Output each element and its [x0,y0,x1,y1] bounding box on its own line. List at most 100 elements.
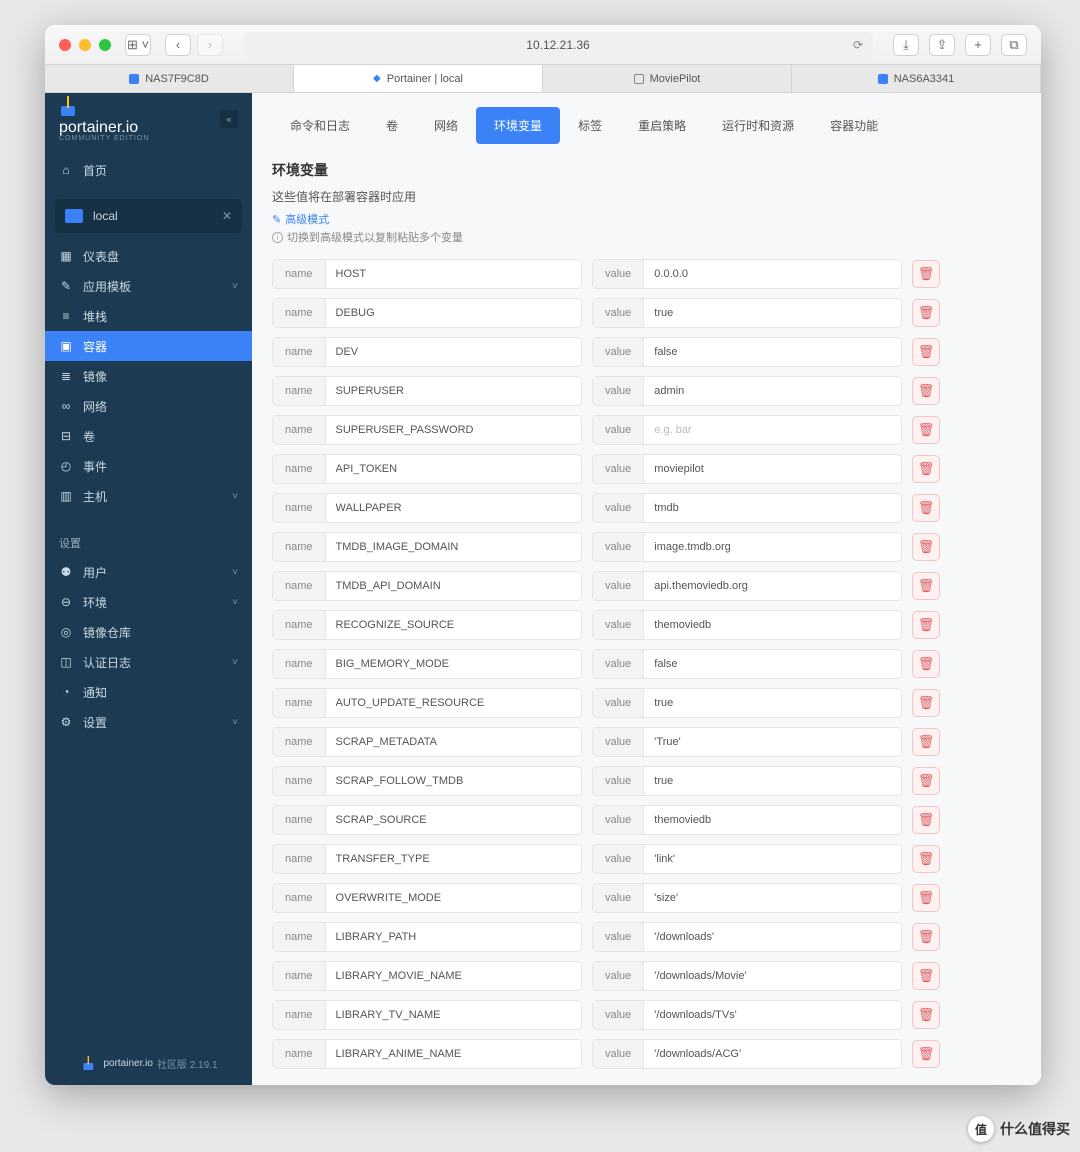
env-name-input[interactable] [326,923,581,951]
content-tab[interactable]: 卷 [368,107,416,144]
env-value-input[interactable] [644,260,901,288]
close-window-button[interactable] [59,39,71,51]
browser-tab[interactable]: MoviePilot [543,65,792,92]
env-name-input[interactable] [326,260,581,288]
env-value-input[interactable] [644,845,901,873]
env-name-input[interactable] [326,884,581,912]
delete-button[interactable]: 🗑 [912,299,940,327]
env-name-input[interactable] [326,338,581,366]
delete-button[interactable]: 🗑 [912,767,940,795]
browser-tab[interactable]: NAS6A3341 [792,65,1041,92]
url-bar[interactable]: 10.12.21.36 ⟳ [243,32,873,58]
env-close-icon[interactable]: ✕ [222,209,232,223]
advanced-mode-link[interactable]: ✎高级模式 [272,211,1021,227]
env-value-input[interactable] [644,299,901,327]
new-tab-button[interactable]: + [965,34,991,56]
content-tab[interactable]: 命令和日志 [272,107,368,144]
env-value-input[interactable] [644,689,901,717]
env-name-input[interactable] [326,728,581,756]
sidebar-item[interactable]: ≡堆栈 [45,301,252,331]
content-tab[interactable]: 环境变量 [476,107,560,144]
forward-button[interactable]: › [197,34,223,56]
delete-button[interactable]: 🗑 [912,806,940,834]
content-tab[interactable]: 重启策略 [620,107,704,144]
env-value-input[interactable] [644,1040,901,1068]
download-button[interactable]: ⤓ [893,34,919,56]
env-value-input[interactable] [644,416,901,444]
env-name-input[interactable] [326,416,581,444]
refresh-icon[interactable]: ⟳ [853,38,863,52]
sidebar-settings-item[interactable]: ◔通知 [45,677,252,707]
env-name-input[interactable] [326,962,581,990]
env-value-input[interactable] [644,494,901,522]
delete-button[interactable]: 🗑 [912,533,940,561]
env-name-input[interactable] [326,806,581,834]
sidebar-toggle-button[interactable]: ⊞ ˅ [125,34,151,56]
delete-button[interactable]: 🗑 [912,962,940,990]
sidebar-environment[interactable]: local ✕ [55,199,242,233]
delete-button[interactable]: 🗑 [912,1040,940,1068]
env-value-input[interactable] [644,533,901,561]
collapse-sidebar-button[interactable]: « [220,110,238,128]
env-name-input[interactable] [326,845,581,873]
env-value-input[interactable] [644,806,901,834]
delete-button[interactable]: 🗑 [912,884,940,912]
content-tab[interactable]: 标签 [560,107,620,144]
delete-button[interactable]: 🗑 [912,416,940,444]
browser-tab[interactable]: ◆Portainer | local [294,65,543,92]
delete-button[interactable]: 🗑 [912,494,940,522]
env-name-input[interactable] [326,572,581,600]
sidebar-item[interactable]: ≣镜像 [45,361,252,391]
env-name-input[interactable] [326,299,581,327]
sidebar-item[interactable]: ◴事件 [45,451,252,481]
sidebar-item[interactable]: ▦仪表盘 [45,241,252,271]
env-value-input[interactable] [644,884,901,912]
env-value-input[interactable] [644,767,901,795]
sidebar-item[interactable]: ∞网络 [45,391,252,421]
sidebar-settings-item[interactable]: ◎镜像仓库 [45,617,252,647]
delete-button[interactable]: 🗑 [912,611,940,639]
sidebar-home[interactable]: ⌂ 首页 [45,155,252,185]
content-tab[interactable]: 运行时和资源 [704,107,812,144]
browser-tab[interactable]: NAS7F9C8D [45,65,294,92]
sidebar-settings-item[interactable]: ◫认证日志˅ [45,647,252,677]
back-button[interactable]: ‹ [165,34,191,56]
env-name-input[interactable] [326,650,581,678]
delete-button[interactable]: 🗑 [912,845,940,873]
content-tab[interactable]: 网络 [416,107,476,144]
sidebar-item[interactable]: ▥主机˅ [45,481,252,511]
sidebar-item[interactable]: ⊟卷 [45,421,252,451]
env-name-input[interactable] [326,1040,581,1068]
env-value-input[interactable] [644,572,901,600]
env-value-input[interactable] [644,455,901,483]
env-name-input[interactable] [326,611,581,639]
env-value-input[interactable] [644,962,901,990]
sidebar-settings-item[interactable]: ⚙设置˅ [45,707,252,737]
sidebar-item[interactable]: ▣容器 [45,331,252,361]
share-button[interactable]: ⇪ [929,34,955,56]
env-value-input[interactable] [644,650,901,678]
delete-button[interactable]: 🗑 [912,650,940,678]
maximize-window-button[interactable] [99,39,111,51]
delete-button[interactable]: 🗑 [912,455,940,483]
env-name-input[interactable] [326,455,581,483]
env-value-input[interactable] [644,377,901,405]
env-name-input[interactable] [326,767,581,795]
env-name-input[interactable] [326,377,581,405]
delete-button[interactable]: 🗑 [912,1001,940,1029]
delete-button[interactable]: 🗑 [912,728,940,756]
delete-button[interactable]: 🗑 [912,260,940,288]
env-value-input[interactable] [644,923,901,951]
sidebar-settings-item[interactable]: ⚉用户˅ [45,557,252,587]
sidebar-settings-item[interactable]: ⊖环境˅ [45,587,252,617]
delete-button[interactable]: 🗑 [912,923,940,951]
minimize-window-button[interactable] [79,39,91,51]
delete-button[interactable]: 🗑 [912,572,940,600]
sidebar-item[interactable]: ✎应用模板˅ [45,271,252,301]
env-name-input[interactable] [326,689,581,717]
env-name-input[interactable] [326,1001,581,1029]
env-value-input[interactable] [644,1001,901,1029]
delete-button[interactable]: 🗑 [912,338,940,366]
tabs-overview-button[interactable]: ⧉ [1001,34,1027,56]
env-name-input[interactable] [326,533,581,561]
